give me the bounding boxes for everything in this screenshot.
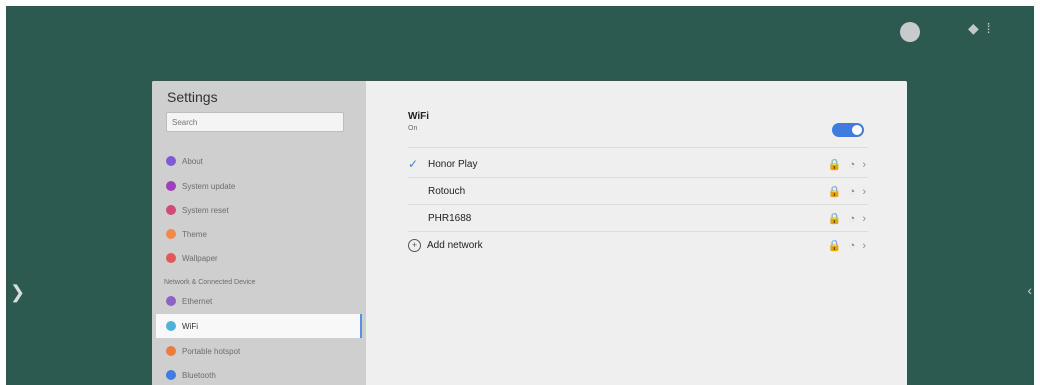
section-header-network: Network & Connected Device [164,279,256,286]
sidebar-item-label: Ethernet [182,296,213,306]
left-arrow-icon[interactable]: ❯ [10,282,25,303]
wifi-icon [166,321,176,331]
network-name: PHR1688 [428,212,472,224]
sidebar-item-label: System update [182,181,236,191]
network-row-honor-play[interactable]: ✓ Honor Play 🔒 ◔ › [408,151,868,177]
add-network-icon: + [408,238,421,252]
sidebar-item-label: Bluetooth [182,370,216,380]
wifi-toggle[interactable] [832,123,864,137]
search-input[interactable] [166,112,344,132]
wallpaper-icon [166,253,176,263]
hotspot-icon [166,346,176,356]
check-icon: ✓ [408,157,419,171]
top-edge [0,0,1040,6]
add-network-label: Add network [427,239,483,251]
theme-icon [166,229,176,239]
sidebar-item-wallpaper[interactable]: Wallpaper [166,250,218,266]
sidebar: Settings About System update System rese… [152,81,366,385]
lock-wifi-chevron-icon: 🔒 ◔ › [827,185,868,198]
right-arrow-icon[interactable]: ‹ [1027,282,1032,298]
sidebar-item-system-reset[interactable]: System reset [166,202,229,218]
divider [408,147,868,148]
lock-wifi-chevron-icon: 🔒 ◔ › [827,158,868,171]
sidebar-item-ethernet[interactable]: Ethernet [166,293,212,309]
settings-window: Settings About System update System rese… [152,81,907,385]
system-reset-icon [166,205,176,215]
system-update-icon [166,181,176,191]
wifi-title: WiFi [408,111,430,122]
bluetooth-icon [166,370,176,380]
sidebar-item-label: System reset [182,205,229,215]
network-name: Honor Play [428,158,478,170]
ethernet-icon [166,296,176,306]
sidebar-item-label: Portable hotspot [182,346,241,356]
sidebar-item-portable-hotspot[interactable]: Portable hotspot [166,343,240,359]
status-circle-icon [900,22,920,42]
network-row-phr1688[interactable]: PHR1688 🔒 ◔ › [408,205,868,231]
toggle-knob [852,125,862,135]
lock-wifi-chevron-icon: 🔒 ◔ › [827,212,868,225]
wifi-status-icon: ◆ ⁞ [968,20,993,36]
left-edge [0,0,6,385]
sidebar-item-wifi[interactable]: WiFi [166,318,198,334]
wifi-status: On [408,125,418,132]
sidebar-item-about[interactable]: About [166,153,203,169]
sidebar-item-label: Wallpaper [182,253,218,263]
sidebar-item-bluetooth[interactable]: Bluetooth [166,367,216,383]
add-network-row[interactable]: + Add network 🔒 ◔ › [408,232,868,258]
network-row-rotouch[interactable]: Rotouch 🔒 ◔ › [408,178,868,204]
network-name: Rotouch [428,185,466,197]
sidebar-item-label: About [182,156,203,166]
right-edge [1034,0,1040,385]
about-icon [166,156,176,166]
sidebar-item-label: Theme [182,229,207,239]
sidebar-item-label: WiFi [182,321,198,331]
sidebar-item-theme[interactable]: Theme [166,226,207,242]
settings-title: Settings [167,89,218,105]
sidebar-item-system-update[interactable]: System update [166,178,235,194]
lock-wifi-chevron-icon: 🔒 ◔ › [827,239,868,252]
screen: ◆ ⁞ ❯ ‹ Settings About System update Sys… [0,0,1040,385]
content-panel: WiFi On ✓ Honor Play 🔒 ◔ › Rotouch 🔒 ◔ ›… [366,81,907,385]
